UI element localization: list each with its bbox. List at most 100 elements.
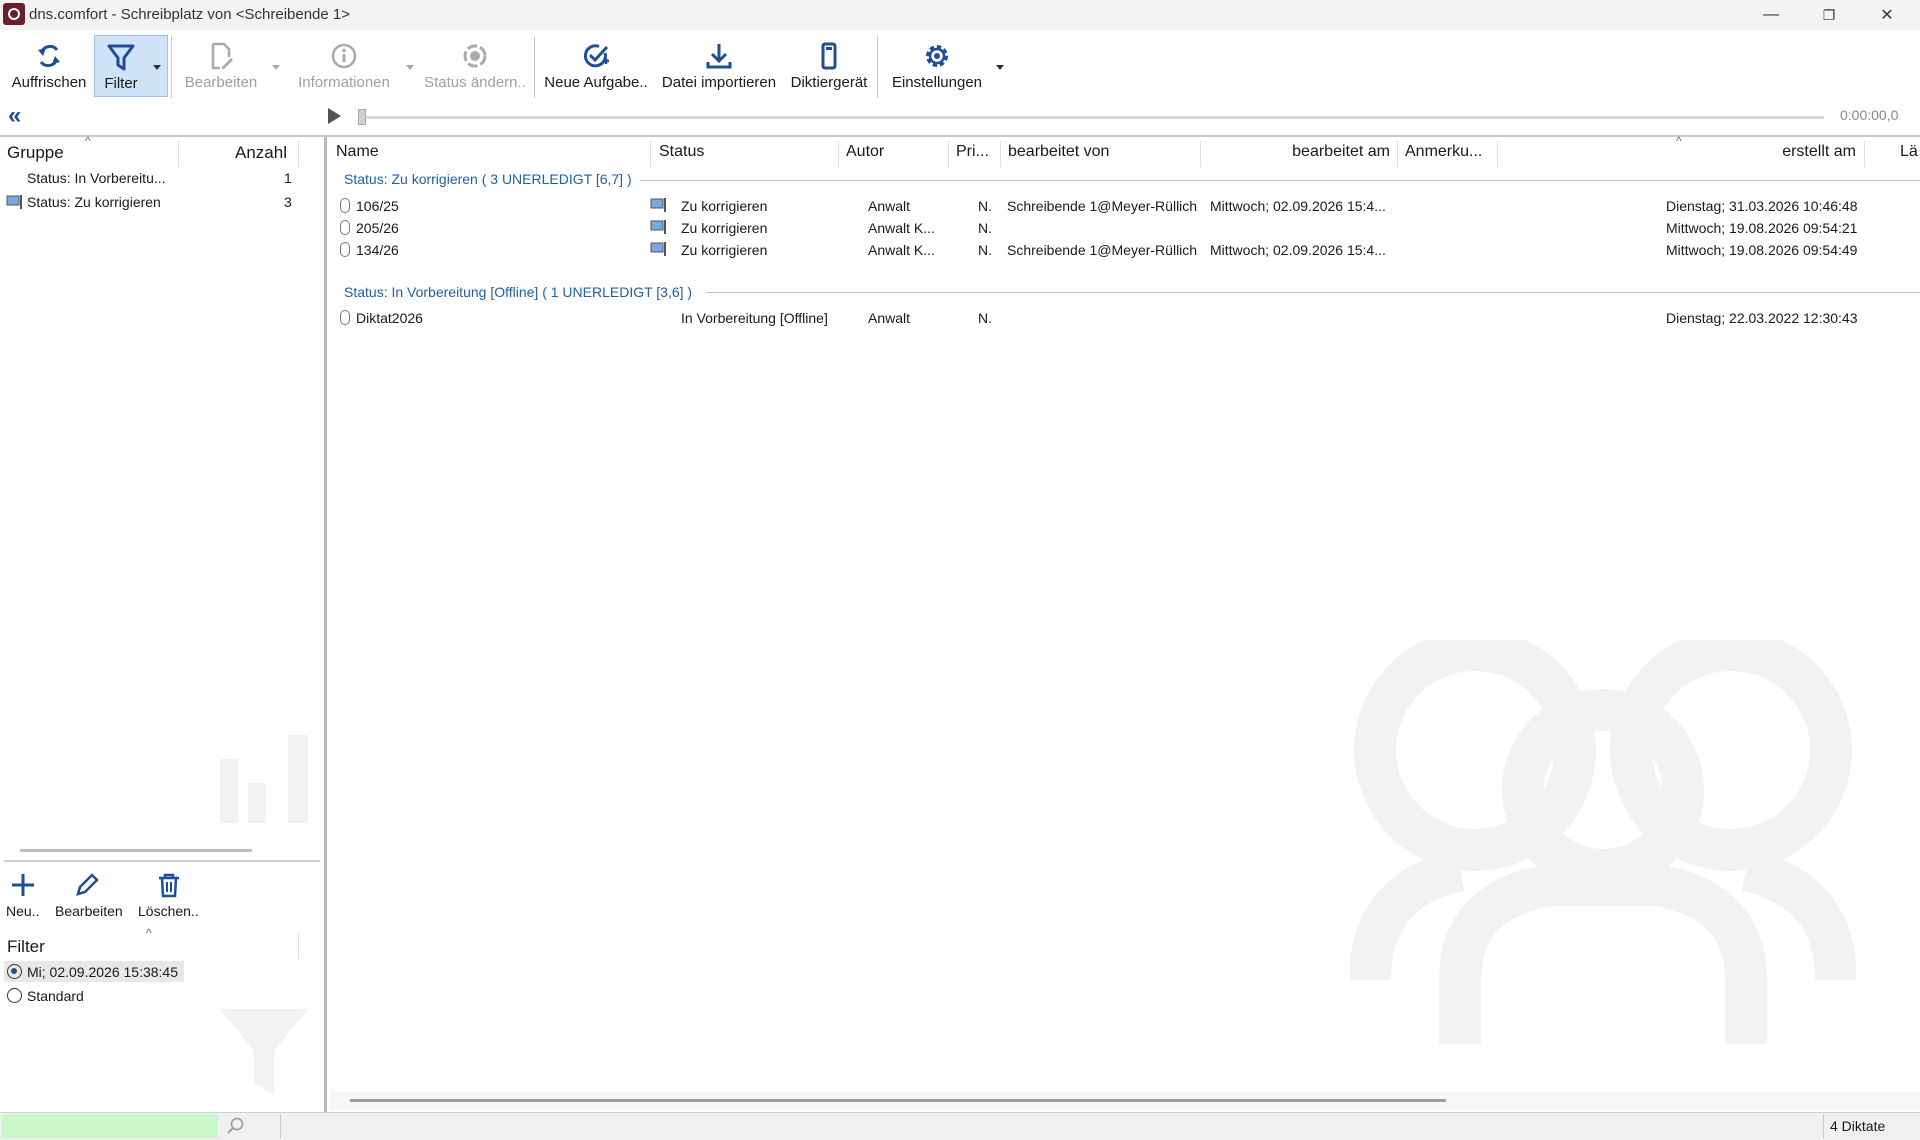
group-header-line <box>640 180 1920 181</box>
group-label: Status: Zu korrigieren <box>27 194 161 210</box>
filter-option[interactable]: Standard <box>4 985 184 1006</box>
edit-label: Bearbeiten <box>184 74 258 91</box>
column-separator <box>1200 141 1201 167</box>
group-label: Status: In Vorbereitu... <box>27 170 166 186</box>
group-header[interactable]: Status: In Vorbereitung [Offline] ( 1 UN… <box>344 284 692 300</box>
settings-dropdown-icon[interactable] <box>996 65 1004 70</box>
status-change-label: Status ändern.. <box>424 74 526 91</box>
edit-button[interactable]: Bearbeiten <box>178 35 264 97</box>
cell-status: Zu korrigieren <box>681 220 768 236</box>
cell-edited-on: Mittwoch; 02.09.2026 15:4... <box>1210 242 1386 258</box>
collapse-panel-button[interactable]: « <box>8 104 30 128</box>
settings-label: Einstellungen <box>891 74 983 91</box>
filter-option-label: Mi; 02.09.2026 15:38:45 <box>27 964 179 980</box>
cell-author: Anwalt K... <box>868 242 935 258</box>
import-file-button[interactable]: Datei importieren <box>658 35 780 97</box>
import-file-label: Datei importieren <box>661 74 777 91</box>
column-separator <box>178 141 179 167</box>
length-column-header[interactable]: Lä <box>1900 143 1918 161</box>
edited-on-column-header[interactable]: bearbeitet am <box>1290 143 1390 161</box>
cell-created-on: Dienstag; 31.03.2026 10:46:48 <box>1666 198 1858 214</box>
column-separator <box>1864 141 1865 167</box>
table-row[interactable]: Diktat2026 In Vorbereitung [Offline] Anw… <box>330 307 1920 329</box>
group-column-header[interactable]: Gruppe <box>7 143 64 163</box>
settings-button[interactable]: Einstellungen <box>884 35 990 97</box>
search-icon[interactable] <box>226 1116 246 1136</box>
dictation-device-button[interactable]: Diktiergerät <box>786 35 872 97</box>
cell-edited-by: Schreibende 1@Meyer-Rüllich <box>1007 198 1198 214</box>
toolbar-separator <box>534 36 535 98</box>
count-column-header[interactable]: Anzahl <box>235 143 287 163</box>
group-row[interactable]: Status: In Vorbereitu... 1 <box>0 167 300 189</box>
close-button[interactable]: ✕ <box>1858 0 1916 30</box>
edited-by-column-header[interactable]: bearbeitet von <box>1008 143 1109 161</box>
sort-ascending-icon: ^ <box>146 926 152 940</box>
correct-status-icon <box>650 220 666 234</box>
panel-splitter[interactable] <box>324 137 327 1112</box>
playback-slider-thumb[interactable] <box>358 109 366 125</box>
table-row[interactable]: 205/26 Zu korrigieren Anwalt K... N. Mit… <box>330 217 1920 239</box>
scrollbar-thumb[interactable] <box>350 1099 1446 1102</box>
cell-author: Anwalt <box>868 198 911 214</box>
refresh-label: Auffrischen <box>11 74 87 91</box>
column-separator <box>650 141 651 167</box>
refresh-button[interactable]: Auffrischen <box>8 35 90 97</box>
remark-column-header[interactable]: Anmerku... <box>1405 143 1482 161</box>
status-change-button[interactable]: Status ändern.. <box>420 35 530 97</box>
gear-icon <box>926 45 948 67</box>
filter-label: Filter <box>104 75 138 92</box>
cell-status: Zu korrigieren <box>681 242 768 258</box>
table-row[interactable]: 134/26 Zu korrigieren Anwalt K... N. Sch… <box>330 239 1920 261</box>
group-header[interactable]: Status: Zu korrigieren ( 3 UNERLEDIGT [6… <box>344 171 632 187</box>
info-button[interactable]: Informationen <box>290 35 398 97</box>
divider <box>4 860 320 862</box>
sort-ascending-icon: ^ <box>85 134 91 148</box>
quick-search-input[interactable] <box>2 1114 218 1138</box>
trash-icon <box>159 873 179 898</box>
column-separator <box>298 933 299 959</box>
info-dropdown-icon[interactable] <box>406 65 414 70</box>
toolbar-separator <box>171 36 172 98</box>
edit-filter-button[interactable]: Bearbeiten <box>54 868 128 920</box>
cell-name: 106/25 <box>356 198 399 214</box>
play-icon[interactable] <box>328 108 341 124</box>
table-row[interactable]: 106/25 Zu korrigieren Anwalt N. Schreibe… <box>330 195 1920 217</box>
status-column-header[interactable]: Status <box>659 143 704 161</box>
microphone-icon <box>340 310 350 325</box>
radio-unselected[interactable] <box>7 988 22 1003</box>
priority-column-header[interactable]: Pri... <box>956 143 989 161</box>
cell-priority: N. <box>978 310 992 326</box>
dictation-device-label: Diktiergerät <box>790 74 868 91</box>
edit-filter-label: Bearbeiten <box>55 903 123 919</box>
restore-button[interactable]: ❐ <box>1800 0 1858 30</box>
column-separator <box>1000 141 1001 167</box>
radio-selected[interactable] <box>7 964 22 979</box>
filter-dropdown-icon[interactable] <box>153 65 161 70</box>
edit-document-icon <box>211 42 233 70</box>
filter-option[interactable]: Mi; 02.09.2026 15:38:45 <box>4 961 184 982</box>
delete-filter-button[interactable]: Löschen.. <box>136 868 206 920</box>
column-separator <box>1497 141 1498 167</box>
cell-name: 134/26 <box>356 242 399 258</box>
users-watermark-icon <box>1350 640 1856 1044</box>
created-on-column-header[interactable]: erstellt am <box>1760 143 1856 161</box>
author-column-header[interactable]: Autor <box>846 143 884 161</box>
name-column-header[interactable]: Name <box>336 143 379 161</box>
panel-scrollbar[interactable] <box>20 849 252 852</box>
dictation-count: 4 Diktate <box>1830 1118 1886 1134</box>
cell-name: Diktat2026 <box>356 310 423 326</box>
new-filter-button[interactable]: Neu.. <box>4 868 44 920</box>
group-row[interactable]: Status: Zu korrigieren 3 <box>0 191 300 213</box>
column-separator <box>298 141 299 167</box>
edit-dropdown-icon[interactable] <box>272 65 280 70</box>
filter-icon <box>107 44 135 71</box>
cell-priority: N. <box>978 220 992 236</box>
minimize-button[interactable]: — <box>1742 0 1800 30</box>
column-separator <box>1397 141 1398 167</box>
playback-slider[interactable] <box>358 116 1824 119</box>
cell-author: Anwalt K... <box>868 220 935 236</box>
new-task-button[interactable]: Neue Aufgabe.. <box>540 35 652 97</box>
cell-name: 205/26 <box>356 220 399 236</box>
app-logo-icon <box>3 3 25 25</box>
delete-filter-label: Löschen.. <box>138 903 199 919</box>
